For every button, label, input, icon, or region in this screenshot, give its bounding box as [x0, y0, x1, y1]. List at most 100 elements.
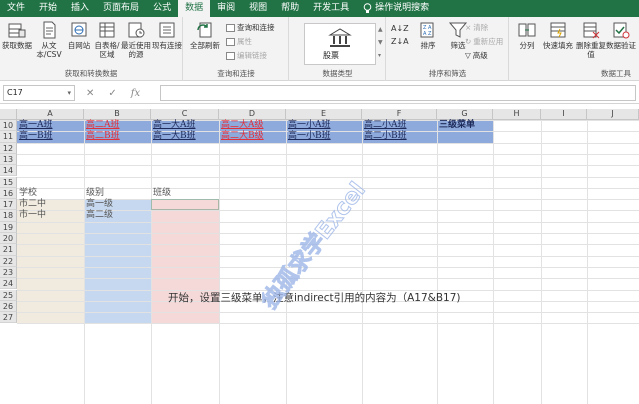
remove-duplicates-icon [583, 22, 600, 39]
cell-B16[interactable]: 级别 [84, 188, 104, 199]
cell-E11[interactable]: 高一小B班 [286, 131, 331, 142]
data-type-gallery[interactable]: 股票 [304, 23, 376, 65]
insert-function-icon[interactable]: fx [131, 88, 140, 99]
tab-page-layout[interactable]: 页面布局 [96, 0, 146, 17]
column-header-G[interactable]: G [437, 109, 493, 120]
row-header-22[interactable]: 22 [0, 255, 17, 267]
reapply-label: 重新应用 [473, 37, 504, 46]
tab-home[interactable]: 开始 [32, 0, 64, 17]
worksheet-grid[interactable]: A B C D E F G H I J 10 11 12 13 14 15 16 17 18 19 20 21 22 23 24… [0, 109, 639, 404]
row-header-27[interactable]: 27 [0, 312, 17, 324]
reapply-button[interactable]: ↻ 重新应用 [465, 36, 503, 47]
cell-D10[interactable]: 高二大A级 [219, 120, 264, 131]
sort-button[interactable]: Z AA Z 排序 [413, 21, 443, 50]
column-header-E[interactable]: E [286, 109, 362, 120]
tab-formulas[interactable]: 公式 [146, 0, 178, 17]
row-header-11[interactable]: 11 [0, 131, 17, 143]
cell-D11[interactable]: 高二大B级 [219, 131, 264, 142]
refresh-icon [197, 22, 212, 38]
tell-me-search[interactable]: 操作说明搜索 [356, 0, 436, 17]
from-text-csv-button[interactable]: 从文本/CSV [34, 21, 64, 59]
row-header-12[interactable]: 12 [0, 142, 17, 154]
cell-C10[interactable]: 高一大A班 [151, 120, 196, 131]
cell-C16[interactable]: 班级 [151, 188, 171, 199]
from-web-button[interactable]: 自网站 [64, 21, 94, 50]
name-box[interactable]: C17 ▾ [3, 85, 75, 101]
cell-F11[interactable]: 高二小B班 [362, 131, 407, 142]
cell-B11[interactable]: 高二B班 [84, 131, 120, 142]
cell-A16[interactable]: 学校 [17, 188, 37, 199]
row-header-26[interactable]: 26 [0, 300, 17, 313]
text-to-columns-button[interactable]: 分列 [512, 21, 542, 50]
clear-label: 清除 [473, 23, 489, 32]
enter-check-icon[interactable]: ✓ [108, 88, 116, 99]
cell-A11[interactable]: 高一B班 [17, 131, 53, 142]
from-table-range-button[interactable]: 自表格/区域 [92, 21, 122, 59]
flash-fill-button[interactable]: 快速填充 [541, 21, 575, 50]
cell-E10[interactable]: 高一小A班 [286, 120, 331, 131]
row-header-24[interactable]: 24 [0, 278, 17, 290]
refresh-all-label: 全部刷新 [190, 41, 220, 50]
row-header-19[interactable]: 19 [0, 221, 17, 233]
gallery-scroll[interactable]: ▲ ▼ ▾ [378, 23, 383, 62]
tab-help[interactable]: 帮助 [274, 0, 306, 17]
row-header-20[interactable]: 20 [0, 233, 17, 245]
tab-developer[interactable]: 开发工具 [306, 0, 356, 17]
cell-A18[interactable]: 市一中 [17, 210, 46, 221]
row-header-17[interactable]: 17 [0, 199, 17, 211]
column-header-C[interactable]: C [151, 109, 219, 120]
cell-B18[interactable]: 高二级 [84, 210, 113, 221]
properties-label: 属性 [237, 37, 252, 46]
clear-button[interactable]: ⨯ 清除 [465, 22, 488, 33]
group-get-transform: 获取数据 从文本/CSV 自网站 自表格/区域 最近使用的源 现有连接 获取和转… [0, 17, 183, 81]
cell-C11[interactable]: 高一大B班 [151, 131, 196, 142]
column-header-J[interactable]: J [587, 109, 639, 120]
tab-view[interactable]: 视图 [242, 0, 274, 17]
properties-button[interactable]: 属性 [226, 36, 252, 47]
name-box-dropdown-icon[interactable]: ▾ [67, 86, 71, 100]
column-header-I[interactable]: I [541, 109, 587, 120]
cell-B10[interactable]: 高二A班 [84, 120, 120, 131]
cell-A17[interactable]: 市二中 [17, 199, 46, 210]
row-header-13[interactable]: 13 [0, 153, 17, 166]
existing-connections-button[interactable]: 现有连接 [152, 21, 182, 50]
edit-links-button[interactable]: 编辑链接 [226, 50, 267, 61]
cell-G10[interactable]: 三级菜单 [437, 120, 475, 131]
get-data-button[interactable]: 获取数据 [2, 21, 32, 50]
row-header-16[interactable]: 16 [0, 187, 17, 200]
advanced-button[interactable]: ▽ 高级 [465, 50, 488, 61]
gridline-h [17, 221, 639, 223]
row-header-14[interactable]: 14 [0, 165, 17, 177]
column-header-D[interactable]: D [219, 109, 286, 120]
cell-B17[interactable]: 高一级 [84, 199, 113, 210]
formula-input[interactable] [160, 85, 636, 101]
cell-A10[interactable]: 高一A班 [17, 120, 53, 131]
row-header-18[interactable]: 18 [0, 210, 17, 222]
gridline-h [17, 187, 639, 189]
column-header-F[interactable]: F [362, 109, 437, 120]
cancel-icon[interactable]: ✕ [86, 88, 94, 99]
row-header-25[interactable]: 25 [0, 289, 17, 301]
cell-F10[interactable]: 高二小A班 [362, 120, 407, 131]
tab-insert[interactable]: 插入 [64, 0, 96, 17]
refresh-all-button[interactable]: 全部刷新 [186, 21, 224, 50]
ribbon: 获取数据 从文本/CSV 自网站 自表格/区域 最近使用的源 现有连接 获取和转… [0, 17, 639, 81]
row-header-15[interactable]: 15 [0, 176, 17, 188]
recent-sources-button[interactable]: 最近使用的源 [121, 21, 151, 59]
queries-connections-button[interactable]: 查询和连接 [226, 22, 275, 33]
connections-icon [159, 22, 175, 38]
data-validation-button[interactable]: 数据验证 [606, 21, 636, 50]
tab-file[interactable]: 文件 [0, 0, 32, 17]
ribbon-tab-bar: 文件 开始 插入 页面布局 公式 数据 审阅 视图 帮助 开发工具 操作说明搜索 [0, 0, 639, 17]
column-header-A[interactable]: A [17, 109, 84, 120]
remove-duplicates-button[interactable]: 删除重复值 [576, 21, 606, 59]
tab-review[interactable]: 审阅 [210, 0, 242, 17]
sort-az-za[interactable]: A↓Z Z↓A [391, 22, 409, 48]
tab-data[interactable]: 数据 [178, 0, 211, 17]
column-header-B[interactable]: B [84, 109, 151, 120]
select-all-corner[interactable] [0, 109, 17, 120]
row-header-21[interactable]: 21 [0, 244, 17, 256]
row-header-10[interactable]: 10 [0, 120, 17, 132]
row-header-23[interactable]: 23 [0, 266, 17, 279]
column-header-H[interactable]: H [493, 109, 541, 120]
